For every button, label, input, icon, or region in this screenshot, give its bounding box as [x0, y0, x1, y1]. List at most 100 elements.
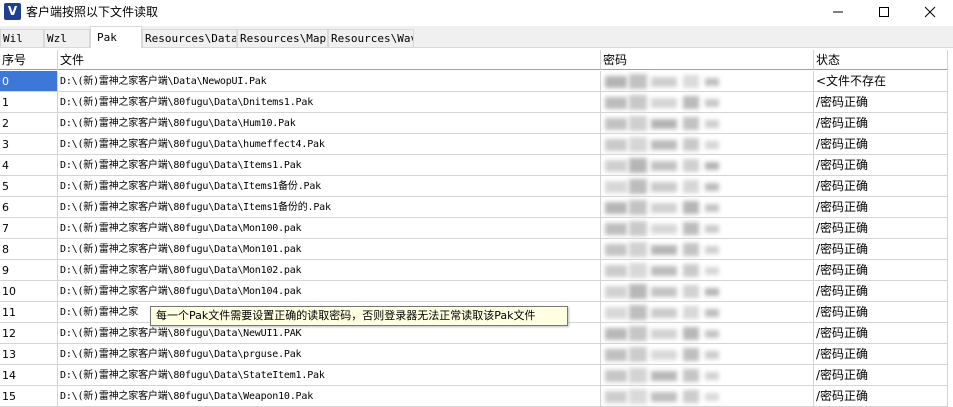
password-redaction	[651, 224, 677, 234]
row-password-cell[interactable]	[601, 281, 814, 302]
password-redaction	[605, 139, 627, 151]
close-button[interactable]	[907, 0, 953, 24]
row-index-cell[interactable]: 0	[0, 71, 58, 92]
row-file-cell[interactable]: D:\(新)雷神之家客户端\80fugu\Data\Items1备份的.Pak	[58, 197, 601, 218]
row-index-cell[interactable]: 11	[0, 302, 58, 323]
row-index-cell[interactable]: 8	[0, 239, 58, 260]
row-file-cell[interactable]: D:\(新)雷神之家客户端\Data\NewopUI.Pak	[58, 71, 601, 92]
row-password-cell[interactable]	[601, 260, 814, 281]
row-file-cell[interactable]: D:\(新)雷神之家客户端\80fugu\Data\Mon101.pak	[58, 239, 601, 260]
row-index-cell[interactable]: 1	[0, 92, 58, 113]
password-redaction	[605, 286, 627, 298]
row-index-cell[interactable]: 12	[0, 323, 58, 344]
row-password-cell[interactable]	[601, 134, 814, 155]
tab-resources-map[interactable]: Resources\Map	[237, 29, 328, 47]
tab-wzl[interactable]: Wzl	[44, 29, 90, 47]
row-password-cell[interactable]	[601, 239, 814, 260]
password-redaction	[683, 159, 699, 172]
row-status-cell[interactable]: /密码正确	[814, 218, 948, 239]
header-index[interactable]: 序号	[0, 50, 58, 70]
row-file-cell[interactable]: D:\(新)雷神之家客户端\80fugu\Data\Mon104.pak	[58, 281, 601, 302]
file-table[interactable]: 序号 文件 密码 状态 0 D:\(新)雷神之家客户端\Data\NewopUI.…	[0, 50, 953, 407]
table-row[interactable]: 2 D:\(新)雷神之家客户端\80fugu\Data\Hum10.Pak/密码正…	[0, 113, 953, 134]
row-file-cell[interactable]: D:\(新)雷神之家客户端\80fugu\Data\Hum10.Pak	[58, 113, 601, 134]
table-row[interactable]: 3 D:\(新)雷神之家客户端\80fugu\Data\humeffect4.Pa…	[0, 134, 953, 155]
row-status-cell[interactable]: /密码正确	[814, 344, 948, 365]
row-status-cell[interactable]: /密码正确	[814, 281, 948, 302]
row-status-cell[interactable]: /密码正确	[814, 365, 948, 386]
row-status-cell[interactable]: /密码正确	[814, 197, 948, 218]
row-password-cell[interactable]	[601, 155, 814, 176]
table-row[interactable]: 13 D:\(新)雷神之家客户端\80fugu\Data\prguse.Pak/密…	[0, 344, 953, 365]
row-file-cell[interactable]: D:\(新)雷神之家客户端\80fugu\Data\Mon100.pak	[58, 218, 601, 239]
tab-resources-wav[interactable]: Resources\Wav	[328, 29, 414, 47]
row-index-cell[interactable]: 5	[0, 176, 58, 197]
header-status[interactable]: 状态	[814, 50, 948, 70]
table-row[interactable]: 10 D:\(新)雷神之家客户端\80fugu\Data\Mon104.pak/密…	[0, 281, 953, 302]
row-file-cell[interactable]: D:\(新)雷神之家客户端\80fugu\Data\humeffect4.Pak	[58, 134, 601, 155]
row-password-cell[interactable]	[601, 344, 814, 365]
row-password-cell[interactable]	[601, 218, 814, 239]
table-row[interactable]: 1 D:\(新)雷神之家客户端\80fugu\Data\Dnitems1.Pak /…	[0, 92, 953, 113]
row-index-cell[interactable]: 7	[0, 218, 58, 239]
row-status-cell[interactable]: /密码正确	[814, 92, 948, 113]
password-redaction	[629, 116, 647, 131]
tab-pak[interactable]: Pak	[90, 26, 142, 48]
password-redaction	[629, 284, 647, 299]
row-password-cell[interactable]	[601, 197, 814, 218]
table-row[interactable]: 0 D:\(新)雷神之家客户端\Data\NewopUI.Pak <文件不存在	[0, 71, 953, 92]
row-index-cell[interactable]: 4	[0, 155, 58, 176]
table-row[interactable]: 5 D:\(新)雷神之家客户端\80fugu\Data\Items1备份.Pak /…	[0, 176, 953, 197]
row-status-cell[interactable]: /密码正确	[814, 155, 948, 176]
maximize-button[interactable]	[861, 0, 907, 24]
row-password-cell[interactable]	[601, 92, 814, 113]
row-index-cell[interactable]: 3	[0, 134, 58, 155]
row-status-cell[interactable]: /密码正确	[814, 176, 948, 197]
tab-resources-data[interactable]: Resources\Data	[142, 29, 237, 47]
row-file-cell[interactable]: D:\(新)雷神之家客户端\80fugu\Data\StateItem1.Pak	[58, 365, 601, 386]
row-password-cell[interactable]	[601, 323, 814, 344]
table-row[interactable]: 4 D:\(新)雷神之家客户端\80fugu\Data\Items1.Pak/密码…	[0, 155, 953, 176]
row-file-cell[interactable]: D:\(新)雷神之家客户端\80fugu\Data\prguse.Pak	[58, 344, 601, 365]
table-row[interactable]: 9 D:\(新)雷神之家客户端\80fugu\Data\Mon102.pak/密码…	[0, 260, 953, 281]
row-file-cell[interactable]: D:\(新)雷神之家客户端\80fugu\Data\NewUI1.PAK	[58, 323, 601, 344]
row-password-cell[interactable]	[601, 176, 814, 197]
password-redaction	[629, 200, 647, 215]
row-password-cell[interactable]	[601, 365, 814, 386]
row-status-cell[interactable]: <文件不存在	[814, 71, 948, 92]
row-index-cell[interactable]: 14	[0, 365, 58, 386]
row-index-cell[interactable]: 6	[0, 197, 58, 218]
table-row[interactable]: 8 D:\(新)雷神之家客户端\80fugu\Data\Mon101.pak/密码…	[0, 239, 953, 260]
row-status-cell[interactable]: /密码正确	[814, 323, 948, 344]
row-status-cell[interactable]: /密码正确	[814, 113, 948, 134]
table-row[interactable]: 12 D:\(新)雷神之家客户端\80fugu\Data\NewUI1.PAK/密…	[0, 323, 953, 344]
row-file-cell[interactable]: D:\(新)雷神之家客户端\80fugu\Data\Items1备份.Pak	[58, 176, 601, 197]
password-redaction	[605, 97, 627, 109]
row-index-cell[interactable]: 10	[0, 281, 58, 302]
header-password[interactable]: 密码	[601, 50, 814, 70]
tab-wil[interactable]: Wil	[0, 29, 44, 47]
row-status-cell[interactable]: /密码正确	[814, 260, 948, 281]
table-row[interactable]: 6 D:\(新)雷神之家客户端\80fugu\Data\Items1备份的.Pak…	[0, 197, 953, 218]
password-redaction	[605, 349, 627, 361]
table-row[interactable]: 14 D:\(新)雷神之家客户端\80fugu\Data\StateItem1.P…	[0, 365, 953, 386]
row-password-cell[interactable]	[601, 302, 814, 323]
password-redaction	[705, 246, 719, 254]
minimize-button[interactable]	[815, 0, 861, 24]
row-password-cell[interactable]	[601, 113, 814, 134]
row-status-cell[interactable]: /密码正确	[814, 134, 948, 155]
table-row[interactable]: 7 D:\(新)雷神之家客户端\80fugu\Data\Mon100.pak/密码…	[0, 218, 953, 239]
row-status-cell[interactable]: /密码正确	[814, 239, 948, 260]
row-file-cell[interactable]: D:\(新)雷神之家客户端\80fugu\Data\Dnitems1.Pak	[58, 92, 601, 113]
row-index-cell[interactable]: 13	[0, 344, 58, 365]
row-file-cell[interactable]: D:\(新)雷神之家客户端\80fugu\Data\Items1.Pak	[58, 155, 601, 176]
row-status-cell[interactable]: /密码正确	[814, 302, 948, 323]
header-file[interactable]: 文件	[58, 50, 601, 70]
title-bar: V 客户端按照以下文件读取	[0, 0, 953, 24]
password-redaction	[629, 158, 647, 173]
row-password-cell[interactable]	[601, 71, 814, 92]
close-icon	[924, 6, 936, 18]
row-index-cell[interactable]: 9	[0, 260, 58, 281]
row-index-cell[interactable]: 2	[0, 113, 58, 134]
row-file-cell[interactable]: D:\(新)雷神之家客户端\80fugu\Data\Mon102.pak	[58, 260, 601, 281]
